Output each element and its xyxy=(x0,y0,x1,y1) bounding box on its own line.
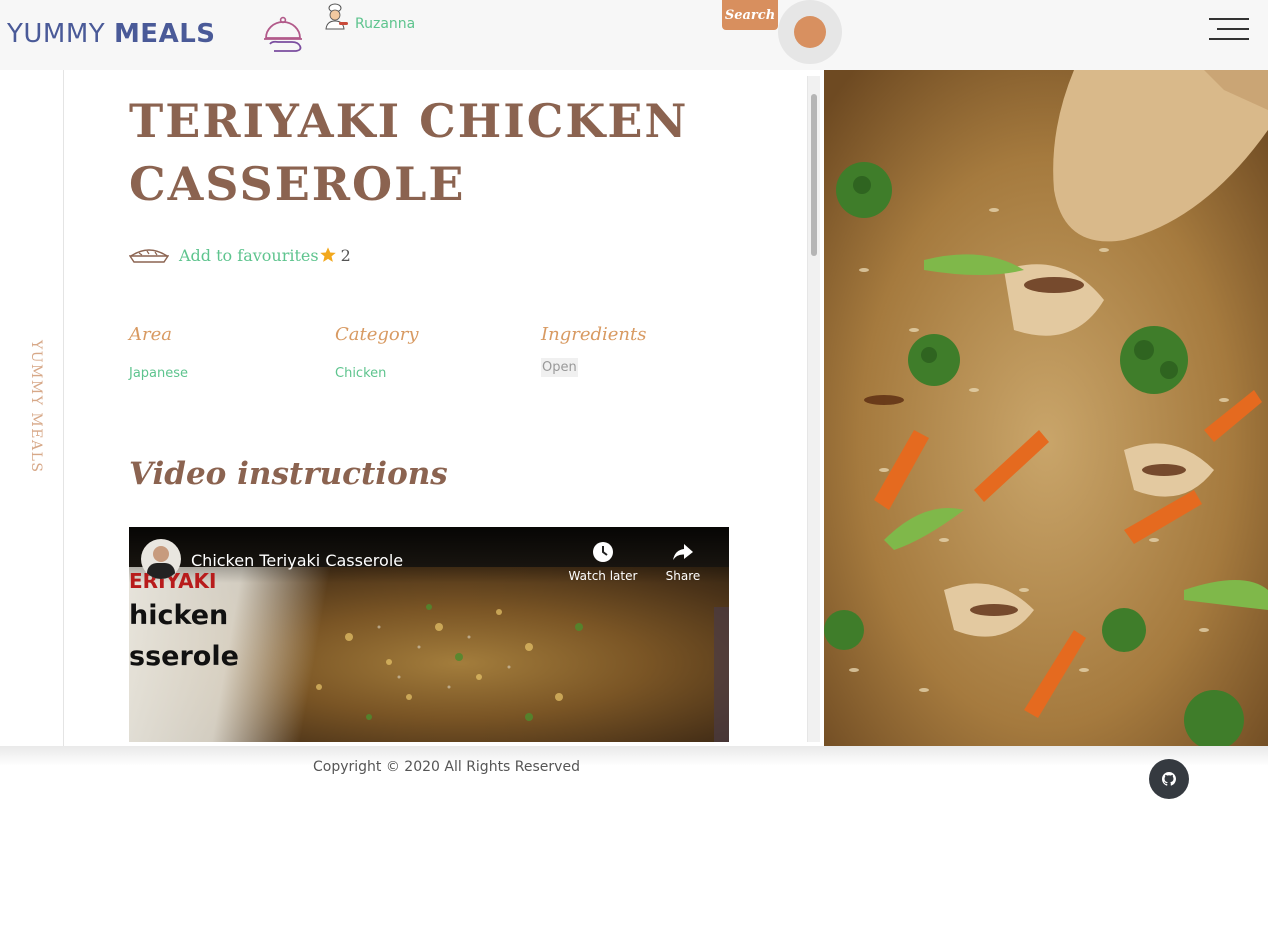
github-button[interactable] xyxy=(1149,759,1189,799)
cloche-icon xyxy=(264,16,302,52)
share-button[interactable]: Share xyxy=(648,541,718,583)
video-title[interactable]: Chicken Teriyaki Casserole xyxy=(191,551,403,570)
side-rail-brand-text: YUMMY MEALS xyxy=(28,340,44,474)
site-logo[interactable]: YUMMY MEALS xyxy=(7,18,216,50)
video-overlay-line-3: sserole xyxy=(129,641,239,672)
search-toggle-icon xyxy=(794,16,826,48)
content-scrollbar[interactable] xyxy=(807,76,820,742)
share-icon xyxy=(673,544,693,560)
search-toggle[interactable] xyxy=(778,0,842,64)
category-block: Category Chicken xyxy=(335,324,419,381)
video-overlay-line-2: hicken xyxy=(129,600,229,631)
ingredients-label: Ingredients xyxy=(541,324,647,345)
hamburger-menu-icon[interactable] xyxy=(1207,16,1249,44)
area-block: Area Japanese xyxy=(129,324,188,381)
youtube-video-player[interactable]: ERIYAKI hicken sserole Chicken Teriyaki … xyxy=(129,527,729,742)
chef-avatar-icon xyxy=(325,3,348,30)
top-navbar: YUMMY MEALS Ruzanna Search xyxy=(0,0,1268,70)
watch-later-button[interactable]: Watch later xyxy=(568,541,638,583)
category-value-link[interactable]: Chicken xyxy=(335,366,386,381)
channel-avatar[interactable] xyxy=(141,539,181,579)
recipe-hero-image xyxy=(824,70,1268,747)
username-link[interactable]: Ruzanna xyxy=(355,16,415,32)
favourite-count: 2 xyxy=(340,245,351,265)
logo-word-meals: MEALS xyxy=(113,19,216,49)
github-icon xyxy=(1162,772,1176,786)
area-value-link[interactable]: Japanese xyxy=(129,366,188,381)
search-button[interactable]: Search xyxy=(722,0,778,30)
star-icon xyxy=(319,247,336,262)
footer-divider xyxy=(0,746,1268,766)
scrollbar-thumb[interactable] xyxy=(811,94,817,256)
recipe-content: TERIYAKI CHICKEN CASSEROLE Add to favour… xyxy=(64,70,809,746)
add-to-favourites-link[interactable]: Add to favourites xyxy=(179,246,319,265)
ingredients-open-button[interactable]: Open xyxy=(541,358,578,377)
pie-icon xyxy=(129,249,169,263)
side-rail: YUMMY MEALS xyxy=(0,70,64,746)
favourite-row: Add to favourites 2 xyxy=(129,242,351,268)
video-instructions-heading: Video instructions xyxy=(129,456,448,492)
share-label: Share xyxy=(665,569,701,583)
copyright-text: Copyright © 2020 All Rights Reserved xyxy=(313,759,580,775)
ingredients-block: Ingredients Open xyxy=(541,324,647,377)
logo-word-yummy: YUMMY xyxy=(7,19,106,49)
clock-icon xyxy=(593,542,613,562)
area-label: Area xyxy=(129,324,172,345)
recipe-title: TERIYAKI CHICKEN CASSEROLE xyxy=(129,94,689,211)
category-label: Category xyxy=(335,324,419,345)
watch-later-label: Watch later xyxy=(568,569,638,583)
teriyaki-food-photo xyxy=(824,70,1268,747)
